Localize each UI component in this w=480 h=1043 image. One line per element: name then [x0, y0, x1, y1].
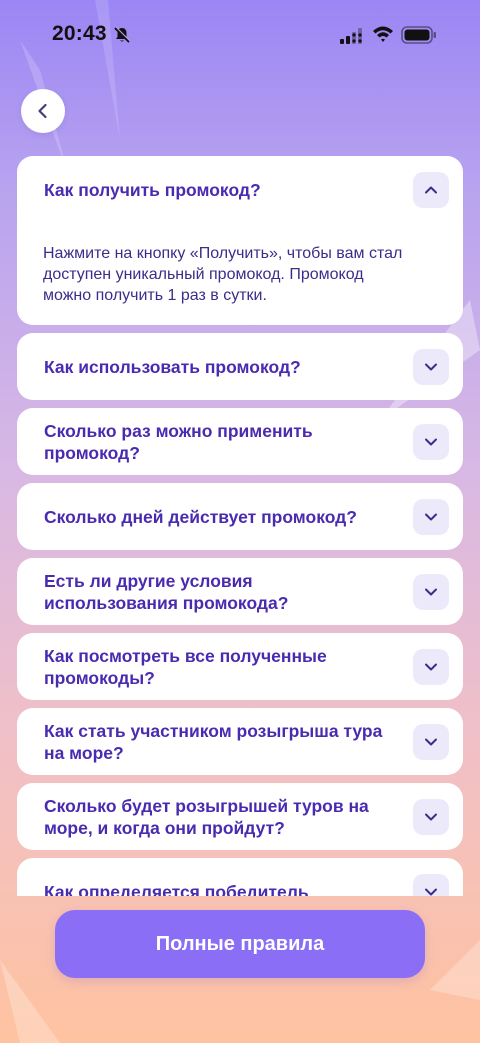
chevron-down-icon [425, 438, 437, 445]
faq-item[interactable]: Как использовать промокод? [17, 333, 463, 400]
back-button[interactable] [21, 89, 65, 133]
faq-toggle-button[interactable] [413, 573, 449, 610]
chevron-down-icon [425, 738, 437, 745]
full-rules-button[interactable]: Полные правила [55, 910, 425, 978]
faq-item[interactable]: Как стать участником розыгрыша тура на м… [17, 708, 463, 775]
faq-question: Как посмотреть все полученные промокоды? [44, 645, 327, 688]
faq-answer: Нажмите на кнопку «Получить», чтобы вам … [43, 245, 403, 304]
faq-list: Как получить промокод? Нажмите на кнопку… [17, 156, 463, 896]
chevron-down-icon [425, 363, 437, 370]
chevron-up-icon [425, 186, 437, 194]
wifi-icon [373, 26, 393, 42]
status-bar: 20:43 [0, 0, 480, 70]
faq-question: Как использовать промокод? [44, 356, 301, 377]
chevron-left-icon [38, 103, 47, 119]
faq-toggle-button[interactable] [413, 498, 449, 535]
faq-item[interactable]: Сколько раз можно применить промокод? [17, 408, 463, 475]
faq-item[interactable]: Сколько дней действует промокод? [17, 483, 463, 550]
faq-scroll-area[interactable]: Как получить промокод? Нажмите на кнопку… [0, 150, 480, 896]
chevron-down-icon [425, 513, 437, 520]
battery-icon [401, 26, 436, 44]
faq-toggle-button[interactable] [413, 873, 449, 896]
status-time: 20:43 [52, 22, 107, 45]
faq-toggle-button[interactable] [413, 423, 449, 460]
chevron-down-icon [425, 813, 437, 820]
faq-question: Сколько раз можно применить промокод? [44, 420, 313, 463]
signal-icon [340, 28, 362, 44]
faq-item[interactable]: Сколько будет розыгрышей туров на море, … [17, 783, 463, 850]
faq-toggle-button[interactable] [413, 798, 449, 835]
faq-question: Как определяется победитель [44, 881, 309, 897]
chevron-down-icon [425, 888, 437, 895]
faq-toggle-button[interactable] [413, 348, 449, 385]
faq-item[interactable]: Как определяется победитель [17, 858, 463, 896]
faq-toggle-button[interactable] [413, 648, 449, 685]
faq-toggle-button[interactable] [413, 172, 449, 208]
faq-item[interactable]: Как посмотреть все полученные промокоды? [17, 633, 463, 700]
chevron-down-icon [425, 663, 437, 670]
faq-question: Есть ли другие условия использования про… [44, 570, 289, 613]
faq-item[interactable]: Есть ли другие условия использования про… [17, 558, 463, 625]
faq-question: Как получить промокод? [44, 180, 261, 200]
faq-item[interactable]: Как получить промокод? Нажмите на кнопку… [17, 156, 463, 325]
faq-toggle-button[interactable] [413, 723, 449, 760]
faq-question: Сколько дней действует промокод? [44, 506, 357, 527]
chevron-down-icon [425, 588, 437, 595]
faq-question: Сколько будет розыгрышей туров на море, … [44, 795, 369, 838]
faq-question: Как стать участником розыгрыша тура на м… [44, 720, 383, 763]
mute-icon [114, 26, 131, 43]
